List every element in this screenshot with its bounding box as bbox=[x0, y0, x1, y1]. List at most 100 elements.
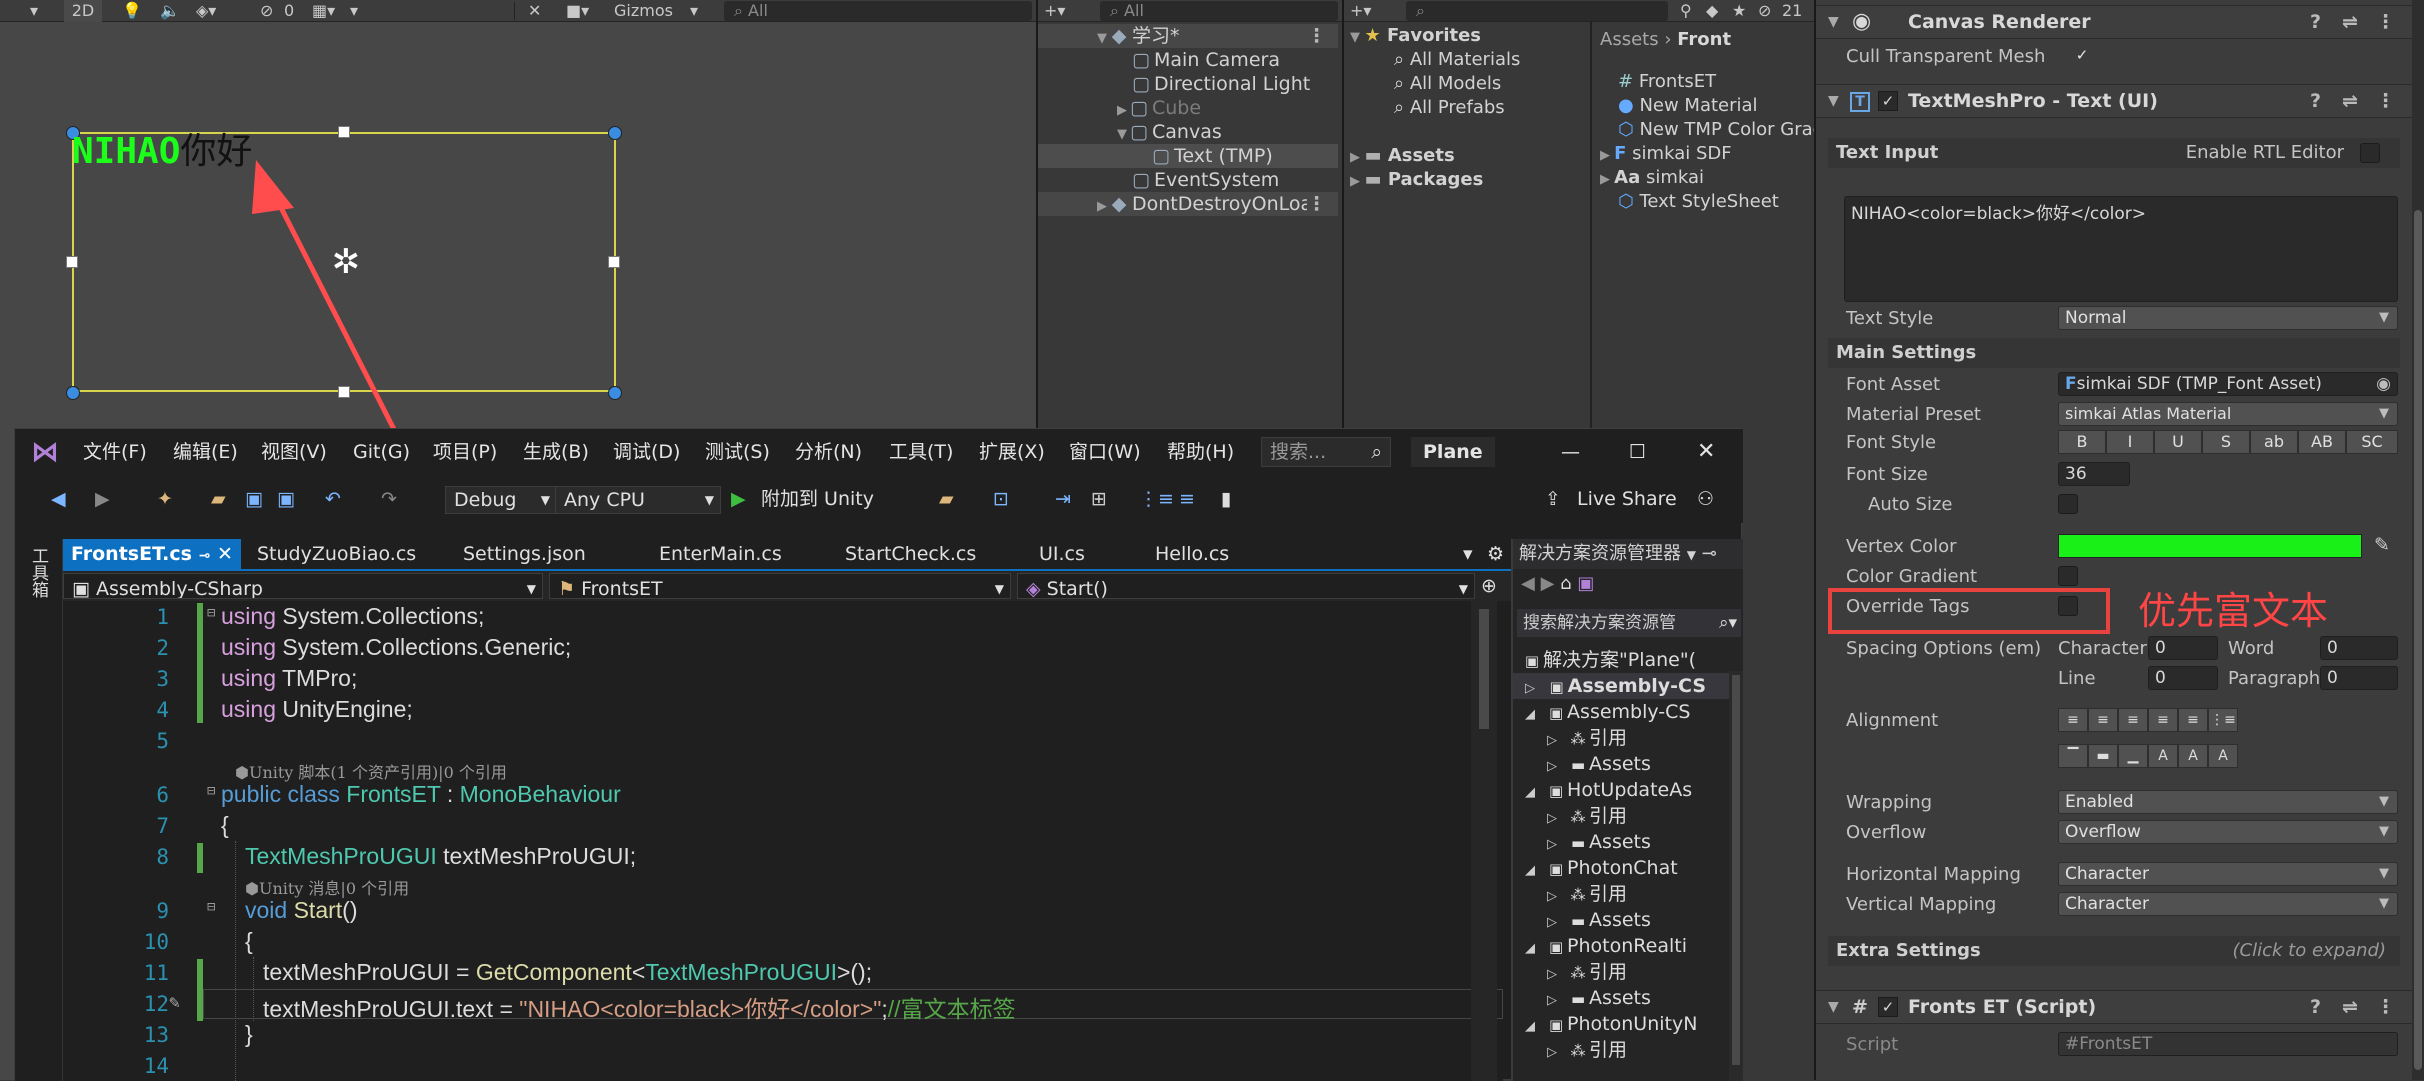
menu-build[interactable]: 生成(B) bbox=[523, 429, 589, 475]
more-icon[interactable]: ⋮ bbox=[2376, 85, 2395, 117]
solution-item-references[interactable]: ▷ ⁂ 引用 bbox=[1543, 959, 1627, 985]
hierarchy-item-scene[interactable]: ▼ ◆ 学习* ⋮ bbox=[1038, 24, 1338, 48]
preset-icon[interactable]: ⇌ bbox=[2342, 6, 2358, 38]
project-search-input[interactable]: ⌕ bbox=[1406, 1, 1668, 21]
font-style-bold-button[interactable]: B bbox=[2058, 430, 2106, 454]
menu-file[interactable]: 文件(F) bbox=[83, 429, 147, 475]
character-spacing-field[interactable]: 0 bbox=[2148, 636, 2218, 660]
object-picker-icon[interactable]: ◉ bbox=[2376, 373, 2391, 395]
foldout-icon[interactable]: ▼ bbox=[1828, 85, 1839, 117]
align-top-icon[interactable]: ▔ bbox=[2058, 744, 2088, 768]
codelens-hint[interactable]: ⬢Unity 脚本(1 个资产引用)|0 个引用 bbox=[235, 759, 507, 783]
solution-item-references[interactable]: ▷ ⁂ 引用 bbox=[1543, 803, 1627, 829]
menu-window[interactable]: 窗口(W) bbox=[1069, 429, 1141, 475]
back-icon[interactable]: ◀ bbox=[1521, 573, 1535, 594]
font-asset-field[interactable]: Fsimkai SDF (TMP_Font Asset) ◉ bbox=[2058, 372, 2398, 396]
solution-search-input[interactable]: 搜索解决方案资源管 ⌕▾ bbox=[1517, 609, 1741, 637]
align-flush-icon[interactable]: ≡ bbox=[2178, 708, 2208, 732]
hierarchy-item-text-tmp[interactable]: ▢ Text (TMP) bbox=[1038, 144, 1338, 168]
indent-icon[interactable]: ⇥ bbox=[1055, 475, 1071, 523]
method-nav-dropdown[interactable]: ◈ Start() ▼ bbox=[1017, 573, 1475, 599]
font-size-field[interactable]: 36 bbox=[2058, 462, 2130, 486]
wrapping-dropdown[interactable]: Enabled ▼ bbox=[2058, 790, 2398, 814]
home-icon[interactable]: ⌂ bbox=[1560, 573, 1571, 594]
file-tmp-color-gradient[interactable]: ⬡ New TMP Color Gradient bbox=[1618, 118, 1818, 142]
collapse-icon[interactable]: ⊟ bbox=[207, 605, 215, 621]
help-icon[interactable]: ? bbox=[2310, 991, 2321, 1023]
maximize-icon[interactable]: ☐ bbox=[1629, 429, 1646, 475]
font-style-uppercase-button[interactable]: AB bbox=[2298, 430, 2346, 454]
pin-icon[interactable]: ⊸ bbox=[1702, 543, 1717, 564]
config-dropdown[interactable]: Debug ▼ bbox=[445, 486, 557, 514]
file-new-material[interactable]: ● New Material bbox=[1618, 94, 1758, 118]
hierarchy-item-directional-light[interactable]: ▢ Directional Light bbox=[1038, 72, 1338, 96]
file-simkai-sdf[interactable]: ▶ F simkai SDF bbox=[1600, 142, 1732, 166]
collapse-icon[interactable]: ⊟ bbox=[207, 783, 215, 799]
help-icon[interactable]: ? bbox=[2310, 6, 2321, 38]
align-right-icon[interactable]: ≡ bbox=[2118, 708, 2148, 732]
collapse-icon[interactable]: ⊟ bbox=[207, 899, 215, 915]
layout-icon[interactable]: ⊞ bbox=[1091, 475, 1107, 523]
auto-size-checkbox[interactable] bbox=[2058, 494, 2078, 514]
codelens-hint[interactable]: ⬢Unity 消息|0 个引用 bbox=[245, 875, 409, 899]
close-icon[interactable]: ✕ bbox=[1697, 429, 1715, 475]
redo-icon[interactable]: ↷ bbox=[381, 475, 397, 523]
solution-item-references[interactable]: ▷ ⁂ 引用 bbox=[1543, 725, 1627, 751]
solution-item-assets[interactable]: ▷ ▬ Assets bbox=[1543, 907, 1651, 933]
overflow-dropdown[interactable]: Overflow ▼ bbox=[2058, 820, 2398, 844]
menu-edit[interactable]: 编辑(E) bbox=[173, 429, 238, 475]
solution-item-photonchat[interactable]: ◢ ▣ PhotonChat bbox=[1521, 855, 1678, 881]
more-icon[interactable]: ⋮ bbox=[2376, 6, 2395, 38]
font-style-lowercase-button[interactable]: ab bbox=[2250, 430, 2298, 454]
solution-item-assets[interactable]: ▷ ▬ Assets bbox=[1543, 985, 1651, 1011]
filter-label-icon[interactable]: ◆ bbox=[1706, 0, 1718, 22]
component-enabled-checkbox[interactable]: ✓ bbox=[1878, 91, 1898, 111]
favorite-icon[interactable]: ★ bbox=[1732, 0, 1746, 22]
switch-view-icon[interactable]: ▣ bbox=[1577, 573, 1594, 594]
solution-item-assets[interactable]: ▷ ▬ Assets bbox=[1543, 751, 1651, 777]
hierarchy-item-main-camera[interactable]: ▢ Main Camera bbox=[1038, 48, 1338, 72]
add-icon[interactable]: +▾ bbox=[1044, 0, 1065, 22]
solution-item-hotupdate[interactable]: ◢ ▣ HotUpdateAs bbox=[1521, 777, 1692, 803]
menu-project[interactable]: 项目(P) bbox=[433, 429, 497, 475]
align-capline-icon[interactable]: A bbox=[2208, 744, 2238, 768]
rtl-editor-checkbox[interactable] bbox=[2360, 143, 2380, 163]
toolbox-sidebar[interactable]: 工具箱 bbox=[15, 539, 63, 1081]
solution-item-assembly-csharp[interactable]: ▷ ▣ Assembly-CS bbox=[1513, 673, 1743, 699]
file-frontset[interactable]: # FrontsET bbox=[1618, 70, 1716, 94]
word-spacing-field[interactable]: 0 bbox=[2320, 636, 2398, 660]
save-all-icon[interactable]: ▣ bbox=[277, 475, 295, 523]
text-style-dropdown[interactable]: Normal ▼ bbox=[2058, 306, 2398, 330]
align-justified-icon[interactable]: ≡ bbox=[2148, 708, 2178, 732]
comment-icon[interactable]: ⋮≡ bbox=[1139, 475, 1174, 523]
play-icon[interactable]: ▶ bbox=[731, 475, 746, 523]
split-icon[interactable]: ⊕ bbox=[1481, 571, 1497, 601]
tmp-component-header[interactable]: ▼ T ✓ TextMeshPro - Text (UI) ? ⇌ ⋮ bbox=[1816, 84, 2412, 118]
chevron-down-icon[interactable]: ▼ bbox=[1687, 548, 1696, 562]
tab-ui[interactable]: UI.cs bbox=[1039, 539, 1085, 569]
pin-icon[interactable]: ⊸ bbox=[199, 548, 211, 564]
hierarchy-item-cube[interactable]: ▶ ▢ Cube bbox=[1038, 96, 1338, 120]
foldout-icon[interactable]: ▼ bbox=[1828, 991, 1839, 1023]
align-geometry-icon[interactable]: ⋮≡ bbox=[2208, 708, 2238, 732]
platform-dropdown[interactable]: Any CPU ▼ bbox=[555, 486, 721, 514]
align-center-icon[interactable]: ≡ bbox=[2088, 708, 2118, 732]
editor-scrollbar[interactable] bbox=[1471, 601, 1497, 1081]
uncomment-icon[interactable]: ≡ bbox=[1179, 475, 1195, 523]
screenshot-icon[interactable]: ⊡ bbox=[993, 475, 1009, 523]
script-component-header[interactable]: ▼ # ✓ Fronts ET (Script) ? ⇌ ⋮ bbox=[1816, 990, 2412, 1024]
align-left-icon[interactable]: ≡ bbox=[2058, 708, 2088, 732]
cull-transparent-mesh-checkbox[interactable]: ✓ bbox=[2072, 46, 2092, 66]
align-middle-icon[interactable]: ▬ bbox=[2088, 744, 2118, 768]
solution-scrollbar[interactable] bbox=[1729, 671, 1743, 1081]
tab-entermain[interactable]: EnterMain.cs bbox=[659, 539, 782, 569]
forward-icon[interactable]: ▶ bbox=[95, 475, 110, 523]
account-icon[interactable]: ⚇ bbox=[1697, 475, 1714, 523]
horizontal-mapping-dropdown[interactable]: Character ▼ bbox=[2058, 862, 2398, 886]
tab-frontset[interactable]: FrontsET.cs ⊸ ✕ bbox=[63, 539, 241, 569]
font-style-strikethrough-button[interactable]: S bbox=[2202, 430, 2250, 454]
line-spacing-field[interactable]: 0 bbox=[2148, 666, 2218, 690]
open-icon[interactable]: ▰ bbox=[211, 475, 226, 523]
vertex-color-swatch[interactable] bbox=[2058, 534, 2362, 558]
attach-unity-button[interactable]: 附加到 Unity bbox=[761, 475, 874, 523]
